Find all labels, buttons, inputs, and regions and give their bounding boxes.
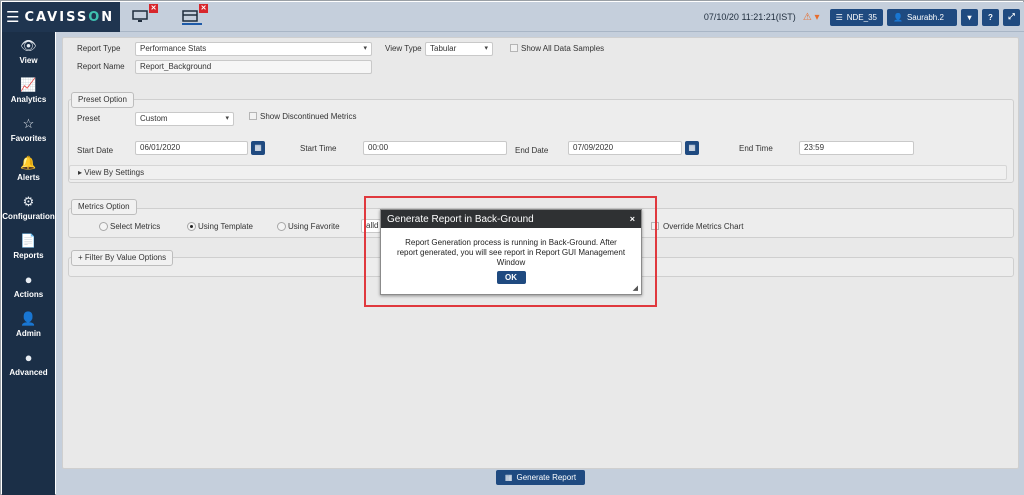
user-dropdown-button[interactable]: ▾	[961, 8, 978, 26]
metrics-option-toggle[interactable]: Metrics Option	[71, 199, 137, 215]
nav-label: Actions	[13, 289, 44, 299]
star-icon: ☆	[22, 115, 35, 131]
start-date-label: Start Date	[77, 146, 114, 155]
preset-label: Preset	[77, 114, 101, 123]
report-tab-icon[interactable]: ✕	[182, 4, 208, 25]
monitor-tab-icon[interactable]: ✕	[132, 4, 158, 25]
list-icon: ☰	[835, 12, 843, 22]
nav-label: Favorites	[10, 133, 47, 143]
bell-icon: 🔔	[20, 154, 37, 170]
cavisson-logo: CAVISSON	[24, 9, 115, 25]
end-time-label: End Time	[739, 144, 773, 153]
resize-handle-icon[interactable]: ◢	[633, 284, 638, 292]
nav-label: Configuration	[2, 211, 55, 221]
nde-button[interactable]: ☰ NDE_35	[829, 8, 883, 26]
select-metrics-radio[interactable]	[99, 222, 108, 231]
using-template-radio[interactable]	[187, 222, 196, 231]
nav-item-reports[interactable]: 📄 Reports	[2, 227, 55, 266]
start-date-input[interactable]: 06/01/2020	[135, 141, 248, 155]
background-report-dialog: Generate Report in Back-Ground × Report …	[380, 209, 642, 295]
nav-item-analytics[interactable]: 📈 Analytics	[2, 71, 55, 110]
nav-item-alerts[interactable]: 🔔 Alerts	[2, 149, 55, 188]
dialog-title: Generate Report in Back-Ground	[387, 213, 534, 225]
close-tab-icon[interactable]: ✕	[149, 4, 158, 13]
user-icon: 👤	[20, 310, 37, 326]
left-nav: 👁 View 📈 Analytics ☆ Favorites 🔔 Alerts ⚙ Configu…	[2, 32, 55, 495]
view-by-settings-toggle[interactable]: ▸ View By Settings	[69, 165, 1007, 180]
gears-icon: ⚙	[22, 193, 35, 209]
eye-icon: 👁	[20, 37, 37, 53]
brand: ☰ CAVISSON	[2, 2, 120, 32]
dialog-message: Report Generation process is running in …	[396, 238, 626, 267]
show-discontinued-checkbox[interactable]	[249, 112, 257, 120]
app-frame: ☰ CAVISSON ✕ ✕ 07/10/20 11:21:21(IST) ⚠ …	[0, 0, 1024, 495]
server-datetime: 07/10/20 11:21:21(IST)	[703, 12, 796, 22]
preset-select[interactable]: Custom ▾	[135, 112, 234, 126]
advanced-icon: ●	[24, 349, 33, 365]
generate-report-button[interactable]: ▦ Generate Report	[496, 470, 585, 485]
start-time-input[interactable]: 00:00	[363, 141, 507, 155]
nav-label: View	[19, 55, 38, 65]
end-date-label: End Date	[515, 146, 549, 155]
start-time-label: Start Time	[300, 144, 337, 153]
help-button[interactable]: ?	[982, 8, 999, 26]
nav-item-configuration[interactable]: ⚙ Configuration	[2, 188, 55, 227]
chart-line-icon: 📈	[20, 76, 37, 92]
show-all-data-label: Show All Data Samples	[521, 44, 605, 53]
nav-label: Reports	[13, 250, 44, 260]
nav-item-view[interactable]: 👁 View	[2, 32, 55, 71]
nav-label: Advanced	[9, 367, 48, 377]
close-tab-icon[interactable]: ✕	[199, 4, 208, 13]
view-type-select[interactable]: Tabular ▾	[425, 42, 493, 56]
chevron-down-icon: ▾	[363, 45, 367, 52]
report-name-label: Report Name	[77, 62, 125, 71]
chevron-down-icon: ▾	[225, 115, 229, 122]
select-metrics-label: Select Metrics	[110, 222, 161, 231]
nav-item-advanced[interactable]: ● Advanced	[2, 344, 55, 383]
chevron-down-icon: ▾	[484, 45, 488, 52]
calendar-icon[interactable]: ▦	[251, 141, 265, 155]
nav-item-favorites[interactable]: ☆ Favorites	[2, 110, 55, 149]
report-name-input[interactable]: Report_Background	[135, 60, 372, 74]
show-discontinued-label: Show Discontinued Metrics	[260, 112, 357, 121]
alert-status-icon[interactable]: ⚠ ▾	[803, 12, 820, 23]
ok-button[interactable]: OK	[496, 271, 526, 284]
using-favorite-label: Using Favorite	[288, 222, 340, 231]
fullscreen-button[interactable]: ⤢	[1003, 8, 1020, 26]
nav-item-admin[interactable]: 👤 Admin	[2, 305, 55, 344]
nav-label: Alerts	[17, 172, 40, 182]
document-icon: 📄	[20, 232, 37, 248]
top-bar: ☰ CAVISSON ✕ ✕ 07/10/20 11:21:21(IST) ⚠ …	[2, 2, 1024, 32]
using-template-label: Using Template	[198, 222, 253, 231]
using-favorite-radio[interactable]	[277, 222, 286, 231]
report-type-label: Report Type	[77, 44, 121, 53]
close-icon[interactable]: ×	[630, 214, 635, 224]
show-all-data-checkbox[interactable]	[510, 44, 518, 52]
actions-icon: ●	[24, 271, 33, 287]
view-type-label: View Type	[385, 44, 422, 53]
chevron-down-icon: ▾	[967, 12, 972, 22]
override-metrics-label: Override Metrics Chart	[663, 222, 744, 231]
nav-label: Admin	[16, 328, 41, 338]
expand-icon: ⤢	[1008, 12, 1015, 21]
nav-item-actions[interactable]: ● Actions	[2, 266, 55, 305]
nav-label: Analytics	[10, 94, 47, 104]
user-button[interactable]: 👤 Saurabh.2	[887, 8, 957, 26]
end-time-input[interactable]: 23:59	[799, 141, 914, 155]
calendar-icon[interactable]: ▦	[685, 141, 699, 155]
preset-option-toggle[interactable]: Preset Option	[71, 92, 134, 108]
hamburger-icon[interactable]: ☰	[6, 10, 19, 25]
report-icon: ▦	[504, 473, 513, 482]
top-right-controls: 07/10/20 11:21:21(IST) ⚠ ▾ ☰ NDE_35 👤 Sa…	[704, 8, 1020, 26]
dialog-body: Report Generation process is running in …	[381, 228, 641, 284]
filter-by-value-toggle[interactable]: + Filter By Value Options	[71, 250, 174, 266]
end-date-input[interactable]: 07/09/2020	[568, 141, 682, 155]
help-icon: ?	[988, 12, 993, 22]
dialog-header: Generate Report in Back-Ground ×	[381, 210, 641, 228]
user-icon: 👤	[893, 12, 903, 22]
report-type-select[interactable]: Performance Stats ▾	[135, 42, 372, 56]
